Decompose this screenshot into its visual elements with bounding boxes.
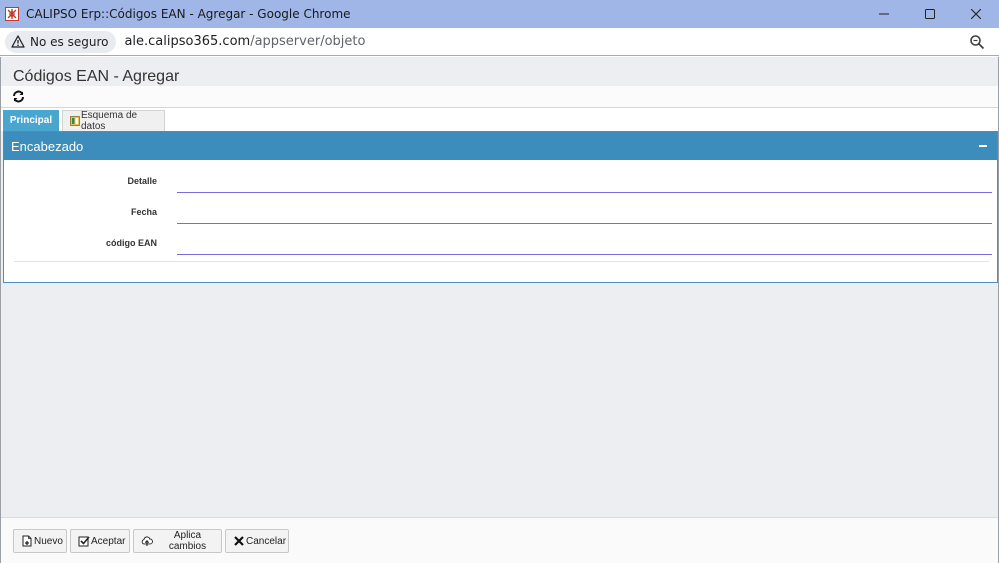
panel-divider <box>14 261 989 262</box>
tab-esquema-de-datos[interactable]: Esquema de datos <box>62 110 165 132</box>
maximize-icon <box>925 9 935 19</box>
nuevo-button[interactable]: Nuevo <box>13 529 67 553</box>
aceptar-button[interactable]: Aceptar <box>70 529 130 553</box>
field-row-fecha: Fecha <box>4 199 997 225</box>
new-document-icon <box>22 535 32 547</box>
fecha-field[interactable] <box>177 199 992 224</box>
field-label: código EAN <box>106 238 157 248</box>
aplica-cambios-button[interactable]: Aplica cambios <box>133 529 222 553</box>
minimize-icon <box>879 13 889 15</box>
footer-toolbar: Nuevo Aceptar Aplica cambios Cancelar <box>1 517 998 563</box>
tab-principal[interactable]: Principal <box>3 110 59 131</box>
toolbar <box>1 86 998 108</box>
collapse-icon[interactable] <box>979 139 989 153</box>
minimize-button[interactable] <box>861 0 907 28</box>
detalle-field[interactable] <box>177 168 992 193</box>
maximize-button[interactable] <box>907 0 953 28</box>
security-label: No es seguro <box>30 34 109 49</box>
refresh-icon[interactable] <box>12 90 25 103</box>
panel-title: Encabezado <box>11 138 84 154</box>
checkbox-check-icon <box>78 536 90 547</box>
calipso-logo-icon <box>5 7 19 21</box>
window-title: CALIPSO Erp::Códigos EAN - Agregar - Goo… <box>26 7 351 21</box>
security-indicator[interactable]: No es seguro <box>5 30 117 53</box>
field-row-detalle: Detalle <box>4 168 997 194</box>
button-label: Nuevo <box>34 535 63 547</box>
page-title: Códigos EAN - Agregar <box>13 68 180 85</box>
codigo-ean-field[interactable] <box>177 230 992 255</box>
cancelar-button[interactable]: Cancelar <box>225 529 289 553</box>
tab-label: Principal <box>9 115 53 126</box>
data-schema-icon <box>70 116 80 126</box>
close-window-button[interactable] <box>953 0 999 28</box>
tab-strip: Principal Esquema de datos <box>1 108 998 132</box>
field-row-codigo-ean: código EAN <box>4 230 997 256</box>
button-label: Aceptar <box>91 535 126 547</box>
field-label: Fecha <box>130 207 157 217</box>
url-field[interactable]: ale.calipso365.com/appserver/objeto <box>124 34 365 49</box>
tab-label: Esquema de datos <box>80 110 138 132</box>
page-content: Códigos EAN - Agregar Principal Esquema … <box>0 57 999 563</box>
zoom-icon[interactable] <box>969 34 985 50</box>
panel-header: Encabezado <box>4 132 997 160</box>
url-path: /appserver/objeto <box>250 34 366 49</box>
window-titlebar: CALIPSO Erp::Códigos EAN - Agregar - Goo… <box>0 0 999 28</box>
button-label: Cancelar <box>246 535 287 547</box>
button-label: Aplica cambios <box>168 530 207 552</box>
url-host: ale.calipso365.com <box>124 34 251 49</box>
x-icon <box>234 536 244 546</box>
address-bar: No es seguro ale.calipso365.com/appserve… <box>0 28 999 56</box>
cloud-upload-icon <box>141 536 153 546</box>
field-label: Detalle <box>127 176 157 186</box>
warning-icon <box>11 35 25 48</box>
close-icon <box>971 9 981 19</box>
encabezado-panel: Encabezado Detalle Fecha código EAN <box>3 131 998 283</box>
